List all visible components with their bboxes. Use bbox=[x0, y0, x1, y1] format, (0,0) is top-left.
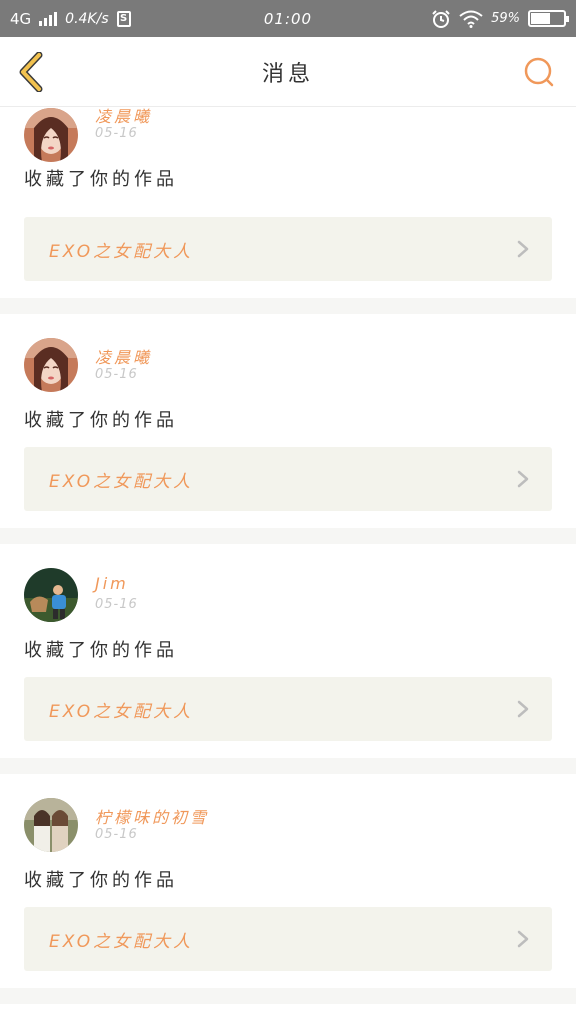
avatar[interactable] bbox=[24, 338, 78, 392]
search-button[interactable] bbox=[522, 55, 556, 89]
message-date: 05-16 bbox=[95, 597, 138, 612]
chevron-right-icon bbox=[517, 470, 529, 488]
status-left: 4G 0.4K/s S bbox=[10, 10, 131, 28]
work-title: EXO之女配大人 bbox=[49, 471, 194, 492]
message-card: 凌晨曦 05-16 收藏了你的作品 EXO之女配大人 bbox=[0, 314, 576, 528]
header: 消息 bbox=[0, 37, 576, 107]
network-label: 4G bbox=[10, 9, 32, 28]
message-date: 05-16 bbox=[95, 827, 138, 842]
battery-icon bbox=[528, 10, 569, 27]
search-icon bbox=[524, 57, 554, 87]
chevron-right-icon bbox=[517, 930, 529, 948]
work-title: EXO之女配大人 bbox=[49, 701, 194, 722]
avatar-image bbox=[24, 568, 78, 622]
avatar-image bbox=[24, 798, 78, 852]
message-card: 柠檬味的初雪 05-16 收藏了你的作品 EXO之女配大人 bbox=[0, 774, 576, 988]
message-action: 收藏了你的作品 bbox=[24, 870, 178, 891]
avatar[interactable] bbox=[24, 798, 78, 852]
message-action: 收藏了你的作品 bbox=[24, 410, 178, 431]
status-bar: 4G 0.4K/s S 01:00 59% bbox=[0, 0, 576, 37]
message-card: 凌晨曦 05-16 收藏了你的作品 EXO之女配大人 bbox=[0, 107, 576, 298]
chevron-right-icon bbox=[517, 700, 529, 718]
message-action: 收藏了你的作品 bbox=[24, 640, 178, 661]
chevron-right-icon bbox=[517, 240, 529, 258]
signal-icon bbox=[39, 11, 58, 26]
work-link[interactable]: EXO之女配大人 bbox=[24, 217, 552, 281]
message-card bbox=[0, 1004, 576, 1024]
user-name[interactable]: 凌晨曦 bbox=[95, 107, 152, 127]
message-date: 05-16 bbox=[95, 367, 138, 382]
message-list[interactable]: 凌晨曦 05-16 收藏了你的作品 EXO之女配大人 凌晨曦 05-16 收藏了… bbox=[0, 107, 576, 1024]
user-name[interactable]: Jim bbox=[95, 574, 129, 593]
avatar[interactable] bbox=[24, 568, 78, 622]
alarm-icon bbox=[432, 9, 450, 28]
message-card: Jim 05-16 收藏了你的作品 EXO之女配大人 bbox=[0, 544, 576, 758]
work-link[interactable]: EXO之女配大人 bbox=[24, 677, 552, 741]
message-action: 收藏了你的作品 bbox=[24, 169, 178, 190]
work-link[interactable]: EXO之女配大人 bbox=[24, 447, 552, 511]
avatar-image bbox=[24, 338, 78, 392]
work-title: EXO之女配大人 bbox=[49, 241, 194, 262]
avatar[interactable] bbox=[24, 108, 78, 162]
work-link[interactable]: EXO之女配大人 bbox=[24, 907, 552, 971]
network-speed: 0.4K/s bbox=[65, 10, 109, 27]
user-name[interactable]: 柠檬味的初雪 bbox=[95, 804, 209, 828]
s-badge-icon: S bbox=[116, 10, 131, 27]
battery-percent: 59% bbox=[491, 11, 520, 26]
page-title: 消息 bbox=[261, 62, 314, 87]
avatar-image bbox=[24, 108, 78, 162]
message-date: 05-16 bbox=[95, 126, 138, 141]
work-title: EXO之女配大人 bbox=[49, 931, 194, 952]
wifi-icon bbox=[459, 10, 483, 28]
user-name[interactable]: 凌晨曦 bbox=[95, 344, 152, 368]
status-right: 59% bbox=[431, 9, 569, 29]
battery-fill bbox=[531, 13, 550, 24]
